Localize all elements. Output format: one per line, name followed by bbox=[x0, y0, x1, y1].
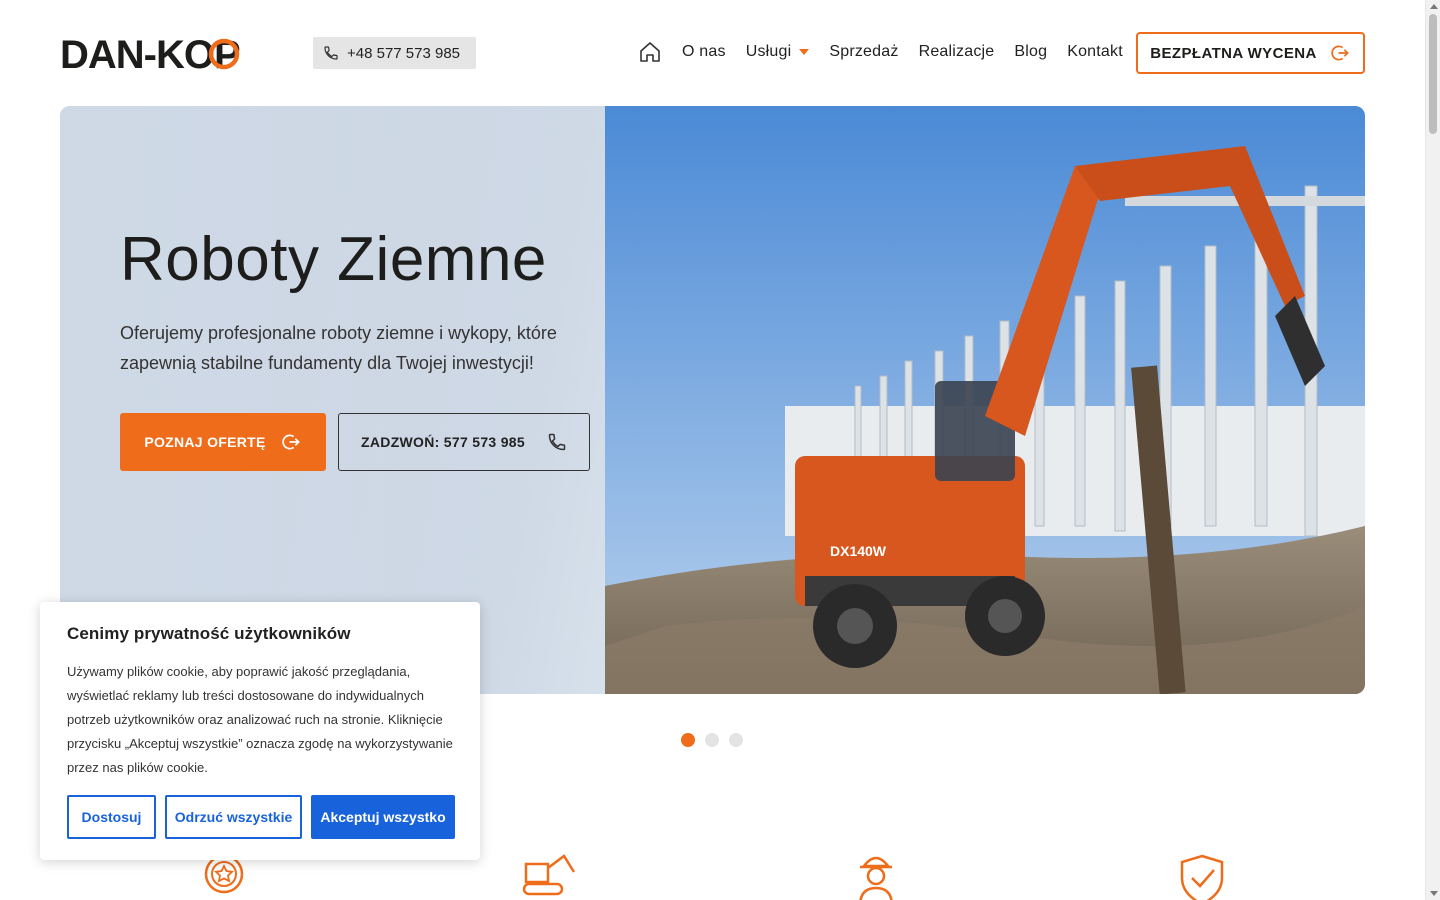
nav-item-o-nas[interactable]: O nas bbox=[682, 43, 726, 61]
scroll-up-icon[interactable] bbox=[1430, 4, 1438, 9]
nav-item-kontakt[interactable]: Kontakt bbox=[1067, 43, 1123, 61]
home-icon bbox=[640, 42, 660, 62]
nav-item-blog[interactable]: Blog bbox=[1014, 43, 1047, 61]
slider-dots bbox=[681, 733, 743, 747]
cookie-reject-button[interactable]: Odrzuć wszystkie bbox=[165, 795, 302, 839]
slider-dot-1[interactable] bbox=[681, 733, 695, 747]
slider-dot-2[interactable] bbox=[705, 733, 719, 747]
nav-label: Usługi bbox=[745, 43, 792, 60]
cookie-consent-dialog: Cenimy prywatność użytkowników Używamy p… bbox=[40, 602, 480, 860]
phone-icon bbox=[324, 46, 338, 60]
nav-label: O nas bbox=[682, 43, 726, 60]
main-nav: O nas Usługi Sprzedaż Realizacje Blog Ko… bbox=[638, 30, 1143, 74]
page-scrollbar[interactable] bbox=[1425, 0, 1440, 900]
free-quote-label: BEZPŁATNA WYCENA bbox=[1150, 44, 1317, 62]
chevron-down-icon bbox=[799, 49, 810, 55]
arrow-exit-icon bbox=[1330, 45, 1349, 61]
cookie-title: Cenimy prywatność użytkowników bbox=[67, 624, 351, 643]
free-quote-button[interactable]: BEZPŁATNA WYCENA bbox=[1136, 32, 1365, 74]
cookie-text: Używamy plików cookie, aby poprawić jako… bbox=[67, 664, 453, 775]
scroll-down-icon[interactable] bbox=[1430, 891, 1438, 896]
site-header: DAN-KOP +48 577 573 985 O nas Usługi Spr… bbox=[60, 0, 1365, 106]
shield-check-icon bbox=[1180, 854, 1224, 900]
nav-item-uslugi[interactable]: Usługi bbox=[746, 43, 810, 61]
header-phone-number: +48 577 573 985 bbox=[347, 44, 461, 62]
see-offer-label: POZNAJ OFERTĘ bbox=[144, 434, 266, 450]
phone-icon bbox=[548, 433, 566, 451]
arrow-exit-icon bbox=[281, 434, 300, 450]
cookie-buttons: Dostosuj Odrzuć wszystkie Akceptuj wszys… bbox=[67, 795, 455, 839]
scroll-thumb[interactable] bbox=[1429, 14, 1437, 134]
nav-label: Blog bbox=[1014, 43, 1048, 60]
slider-dot-3[interactable] bbox=[729, 733, 743, 747]
nav-item-sprzedaz[interactable]: Sprzedaż bbox=[829, 43, 898, 61]
nav-home[interactable] bbox=[638, 40, 662, 64]
see-offer-button[interactable]: POZNAJ OFERTĘ bbox=[120, 413, 326, 471]
hero-description: Oferujemy profesjonalne roboty ziemne i … bbox=[120, 323, 557, 373]
worker-icon bbox=[859, 856, 893, 900]
call-label: ZADZWOŃ: 577 573 985 bbox=[361, 434, 525, 450]
nav-label: Realizacje bbox=[918, 43, 995, 60]
dan-kop-logo[interactable]: DAN-KOP bbox=[60, 34, 274, 72]
call-button[interactable]: ZADZWOŃ: 577 573 985 bbox=[338, 413, 590, 471]
hero-title: Roboty Ziemne bbox=[120, 225, 547, 294]
nav-label: Sprzedaż bbox=[829, 43, 899, 60]
excavator-icon bbox=[522, 854, 576, 896]
cookie-accept-button[interactable]: Akceptuj wszystko bbox=[311, 795, 455, 839]
nav-item-realizacje[interactable]: Realizacje bbox=[919, 43, 995, 61]
header-phone[interactable]: +48 577 573 985 bbox=[313, 37, 476, 69]
nav-label: Kontakt bbox=[1067, 43, 1123, 60]
cookie-customize-button[interactable]: Dostosuj bbox=[67, 795, 156, 839]
machine-label: DX140W bbox=[830, 543, 887, 559]
